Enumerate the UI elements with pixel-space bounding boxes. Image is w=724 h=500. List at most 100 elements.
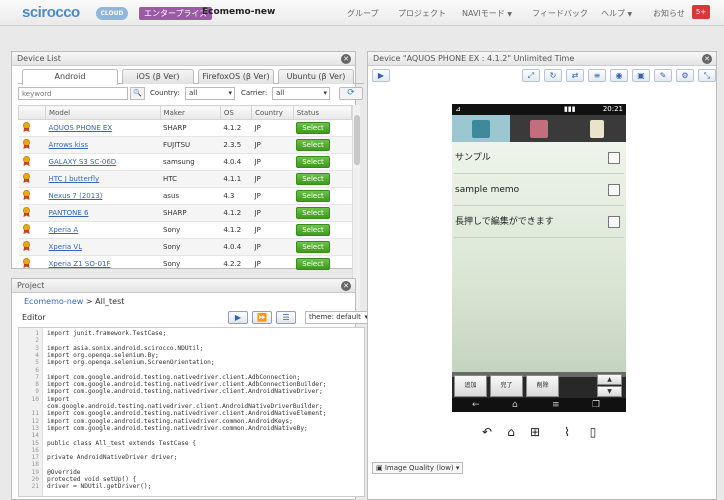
image-quality-select[interactable]: ▣ Image Quality (low) ▾ [372, 462, 464, 474]
select-button[interactable]: Select [296, 122, 330, 134]
col-country[interactable]: Country [251, 105, 294, 120]
menu-group[interactable]: グループ [347, 8, 379, 19]
model-link[interactable]: Xperia A [49, 226, 79, 234]
list-item[interactable]: サンプル [454, 142, 624, 174]
close-icon[interactable]: ✕ [341, 54, 351, 64]
table-row[interactable]: PANTONE 6 SHARP 4.1.2 JP Select [18, 204, 352, 222]
tab-ubuntu[interactable]: Ubuntu (β Ver) [278, 69, 354, 84]
notification-badge[interactable]: 5+ [692, 5, 710, 19]
tab-firefoxos[interactable]: FirefoxOS (β Ver) [198, 69, 274, 84]
col-model[interactable]: Model [45, 105, 161, 120]
orientation-icon[interactable]: ⇄ [566, 69, 584, 82]
list-item[interactable]: sample memo [454, 174, 624, 206]
back-icon[interactable]: ← [472, 398, 480, 412]
fast-forward-icon[interactable]: ⏩ [252, 311, 272, 324]
home-icon[interactable]: ⌂ [512, 398, 518, 412]
table-row[interactable]: Nexus 7 (2013) asus 4.3 JP Select [18, 187, 352, 205]
breadcrumb-project-link[interactable]: Ecomemo-new [24, 297, 83, 306]
memo-checkbox[interactable] [608, 152, 620, 164]
model-cell[interactable]: Nexus 7 (2013) [45, 187, 161, 205]
table-row[interactable]: Xperia VL Sony 4.0.4 JP Select [18, 238, 352, 256]
close-icon[interactable]: ✕ [702, 54, 712, 64]
app-tab-memo[interactable] [452, 115, 510, 142]
country-select[interactable]: all [185, 87, 235, 100]
search-icon[interactable]: 🔍 [130, 87, 145, 100]
select-button[interactable]: Select [296, 224, 330, 236]
edit-icon[interactable]: ✎ [654, 69, 672, 82]
table-row[interactable]: Xperia Z1 SO-01F Sony 4.2.2 JP Select [18, 255, 352, 273]
theme-select[interactable]: theme: default [305, 311, 371, 324]
close-icon[interactable]: ✕ [341, 281, 351, 291]
select-button[interactable]: Select [296, 207, 330, 219]
record-icon[interactable]: ▣ [632, 69, 650, 82]
device-screen[interactable]: ⊿ ▮▮▮ 20:21 サンプル sample memo 長押しで編集ができます… [452, 104, 626, 412]
add-button[interactable]: 追加 [454, 375, 487, 397]
video-camera-icon[interactable]: ▶ [372, 69, 390, 82]
app-tab-done[interactable] [510, 115, 568, 142]
tab-android[interactable]: Android [22, 69, 118, 85]
table-row[interactable]: Xperia A Sony 4.1.2 JP Select [18, 221, 352, 239]
select-button[interactable]: Select [296, 156, 330, 168]
menu-help[interactable]: ヘルプ ▼ [601, 8, 632, 19]
shake-icon[interactable]: ⌇ [558, 423, 576, 441]
model-cell[interactable]: Xperia VL [45, 238, 161, 256]
arrow-down-icon[interactable]: ▼ [597, 386, 622, 397]
logo[interactable]: scirocco [22, 4, 80, 21]
code-editor[interactable]: 1 import junit.framework.TestCase; 2 3 impor… [18, 327, 365, 497]
model-link[interactable]: Xperia VL [49, 243, 83, 251]
expand-icon[interactable]: ⤡ [698, 69, 716, 82]
keyword-input[interactable] [18, 87, 128, 100]
model-cell[interactable]: PANTONE 6 [45, 204, 161, 222]
list-item[interactable]: 長押しで編集ができます [454, 206, 624, 238]
back-circle-icon[interactable]: ↶ [478, 423, 496, 441]
complete-button[interactable]: 完了 [490, 375, 523, 397]
model-cell[interactable]: HTC J butterfly [45, 170, 161, 188]
model-cell[interactable]: AQUOS PHONE EX [45, 119, 161, 137]
table-row[interactable]: AQUOS PHONE EX SHARP 4.1.2 JP Select [18, 119, 352, 137]
scroll-thumb[interactable] [354, 115, 360, 165]
model-link[interactable]: GALAXY S3 SC-06D [49, 158, 117, 166]
select-button[interactable]: Select [296, 258, 330, 270]
carrier-select[interactable]: all [272, 87, 330, 100]
memo-checkbox[interactable] [608, 216, 620, 228]
model-link[interactable]: AQUOS PHONE EX [49, 124, 113, 132]
screenshot-icon[interactable]: ◉ [610, 69, 628, 82]
refresh-icon[interactable]: ⟳ [339, 87, 363, 100]
recent-apps-icon[interactable]: ❐ [592, 398, 600, 412]
col-os[interactable]: OS [219, 105, 253, 120]
phone-icon[interactable]: ▯ [584, 423, 602, 441]
arrow-up-icon[interactable]: ▲ [597, 374, 622, 385]
table-row[interactable]: HTC J butterfly HTC 4.1.1 JP Select [18, 170, 352, 188]
menu-news[interactable]: お知らせ [653, 8, 685, 19]
model-cell[interactable]: Xperia A [45, 221, 161, 239]
menu-feedback[interactable]: フィードバック [532, 8, 588, 19]
play-icon[interactable]: ▶ [228, 311, 248, 324]
zoom-list-icon[interactable]: ≡ [588, 69, 606, 82]
settings-icon[interactable]: ⚙ [676, 69, 694, 82]
fullscreen-icon[interactable]: ⤢ [522, 69, 540, 82]
model-cell[interactable]: GALAXY S3 SC-06D [45, 153, 161, 171]
model-cell[interactable]: Arrows kiss [45, 136, 161, 154]
col-maker[interactable]: Maker [159, 105, 221, 120]
table-row[interactable]: GALAXY S3 SC-06D samsung 4.0.4 JP Select [18, 153, 352, 171]
select-button[interactable]: Select [296, 173, 330, 185]
menu-navi[interactable]: NAVIモード ▼ [462, 8, 512, 19]
home-circle-icon[interactable]: ⌂ [502, 423, 520, 441]
table-row[interactable]: Arrows kiss FUJITSU 2.3.5 JP Select [18, 136, 352, 154]
col-status[interactable]: Status [292, 105, 353, 120]
select-button[interactable]: Select [296, 190, 330, 202]
select-button[interactable]: Select [296, 241, 330, 253]
model-link[interactable]: Xperia Z1 SO-01F [49, 260, 111, 268]
model-link[interactable]: HTC J butterfly [49, 175, 100, 183]
memo-checkbox[interactable] [608, 184, 620, 196]
tab-ios[interactable]: iOS (β Ver) [122, 69, 194, 84]
grid-icon[interactable]: ⊞ [526, 423, 544, 441]
model-link[interactable]: Arrows kiss [49, 141, 88, 149]
model-link[interactable]: PANTONE 6 [49, 209, 89, 217]
delete-button[interactable]: 削除 [526, 375, 559, 397]
model-cell[interactable]: Xperia Z1 SO-01F [45, 255, 161, 273]
app-tab-archive[interactable] [568, 115, 626, 142]
list-icon[interactable]: ☰ [276, 311, 296, 324]
menu-icon[interactable]: ≡ [552, 398, 560, 412]
rotate-icon[interactable]: ↻ [544, 69, 562, 82]
